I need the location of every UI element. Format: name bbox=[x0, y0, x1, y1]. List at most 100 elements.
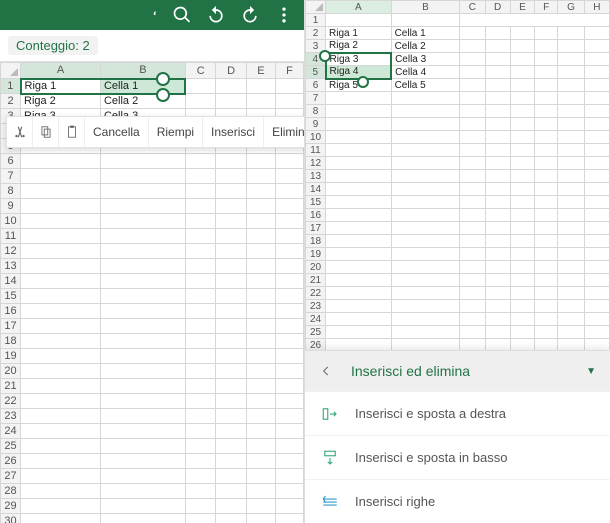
cell[interactable] bbox=[535, 27, 558, 40]
cell[interactable]: Cella 4 bbox=[391, 66, 460, 79]
cell[interactable] bbox=[275, 274, 303, 289]
cell[interactable] bbox=[584, 170, 609, 183]
cell[interactable] bbox=[21, 229, 101, 244]
cell[interactable] bbox=[558, 79, 584, 92]
cell[interactable] bbox=[275, 244, 303, 259]
cell[interactable] bbox=[584, 53, 609, 66]
cell[interactable] bbox=[100, 154, 185, 169]
cell[interactable] bbox=[100, 364, 185, 379]
cell[interactable] bbox=[510, 313, 534, 326]
cell[interactable] bbox=[485, 170, 510, 183]
cell[interactable] bbox=[185, 214, 215, 229]
redo-icon[interactable] bbox=[240, 5, 260, 25]
cell[interactable] bbox=[21, 304, 101, 319]
cell[interactable] bbox=[510, 274, 534, 287]
cell[interactable] bbox=[558, 248, 584, 261]
panel-header[interactable]: Inserisci ed elimina ▼ bbox=[305, 351, 610, 391]
cell[interactable] bbox=[535, 300, 558, 313]
cell[interactable] bbox=[485, 326, 510, 339]
cell[interactable] bbox=[558, 274, 584, 287]
cell[interactable] bbox=[558, 287, 584, 300]
cell[interactable] bbox=[275, 469, 303, 484]
cell[interactable] bbox=[460, 144, 485, 157]
row-header[interactable]: 26 bbox=[1, 454, 21, 469]
cell[interactable] bbox=[246, 334, 275, 349]
row-header[interactable]: 12 bbox=[1, 244, 21, 259]
back-icon[interactable] bbox=[319, 364, 333, 378]
cell[interactable] bbox=[391, 144, 460, 157]
cell[interactable] bbox=[326, 170, 392, 183]
cell[interactable] bbox=[216, 79, 246, 94]
cell[interactable] bbox=[460, 248, 485, 261]
cell[interactable] bbox=[558, 261, 584, 274]
cell[interactable] bbox=[246, 94, 275, 109]
cell[interactable] bbox=[246, 424, 275, 439]
cell[interactable] bbox=[391, 118, 460, 131]
row-header[interactable]: 1 bbox=[306, 14, 326, 27]
cell[interactable] bbox=[485, 118, 510, 131]
row-header[interactable]: 29 bbox=[1, 499, 21, 514]
search-icon[interactable] bbox=[172, 5, 192, 25]
cell[interactable] bbox=[185, 79, 215, 94]
cell[interactable] bbox=[216, 319, 246, 334]
cell[interactable] bbox=[216, 334, 246, 349]
cell[interactable] bbox=[185, 409, 215, 424]
cell[interactable] bbox=[535, 248, 558, 261]
cell[interactable] bbox=[535, 79, 558, 92]
cell[interactable] bbox=[535, 157, 558, 170]
cell[interactable] bbox=[100, 514, 185, 523]
row-header[interactable]: 20 bbox=[306, 261, 326, 274]
col-header-a[interactable]: A bbox=[21, 63, 101, 79]
cell[interactable] bbox=[21, 439, 101, 454]
cell[interactable] bbox=[535, 66, 558, 79]
cell[interactable] bbox=[100, 214, 185, 229]
cell[interactable]: Riga 1 bbox=[21, 79, 101, 94]
undo-icon[interactable] bbox=[206, 5, 226, 25]
cell[interactable] bbox=[558, 105, 584, 118]
cell[interactable] bbox=[185, 364, 215, 379]
cell[interactable] bbox=[326, 14, 392, 27]
cell[interactable] bbox=[185, 184, 215, 199]
cell[interactable] bbox=[100, 169, 185, 184]
row-header[interactable]: 27 bbox=[1, 469, 21, 484]
cell[interactable] bbox=[275, 439, 303, 454]
row-header[interactable]: 21 bbox=[306, 274, 326, 287]
cell[interactable] bbox=[584, 66, 609, 79]
cell[interactable] bbox=[558, 92, 584, 105]
cell[interactable] bbox=[535, 326, 558, 339]
cell[interactable] bbox=[100, 334, 185, 349]
cell[interactable] bbox=[185, 454, 215, 469]
cell[interactable]: Riga 2 bbox=[21, 94, 101, 109]
col-header-d[interactable]: D bbox=[485, 1, 510, 14]
cell[interactable] bbox=[510, 326, 534, 339]
cell[interactable] bbox=[326, 274, 392, 287]
cell[interactable] bbox=[460, 118, 485, 131]
row-header[interactable]: 7 bbox=[1, 169, 21, 184]
cell[interactable] bbox=[510, 196, 534, 209]
delete-button[interactable]: Elimina bbox=[264, 117, 305, 147]
cell[interactable] bbox=[584, 235, 609, 248]
cell[interactable] bbox=[185, 469, 215, 484]
cell[interactable] bbox=[510, 66, 534, 79]
cell[interactable] bbox=[510, 261, 534, 274]
cell[interactable] bbox=[584, 144, 609, 157]
cell[interactable] bbox=[246, 274, 275, 289]
cell[interactable] bbox=[558, 131, 584, 144]
cell[interactable] bbox=[21, 214, 101, 229]
row-header[interactable]: 2 bbox=[306, 27, 326, 40]
cell[interactable] bbox=[584, 92, 609, 105]
cell[interactable] bbox=[185, 154, 215, 169]
cell[interactable] bbox=[100, 379, 185, 394]
cell[interactable]: Riga 1 bbox=[326, 27, 392, 40]
insert-rows[interactable]: Inserisci righe bbox=[305, 479, 610, 523]
cell[interactable] bbox=[185, 274, 215, 289]
cell[interactable] bbox=[216, 229, 246, 244]
row-header[interactable]: 9 bbox=[1, 199, 21, 214]
cell[interactable] bbox=[275, 379, 303, 394]
cell[interactable] bbox=[460, 66, 485, 79]
cell[interactable] bbox=[21, 199, 101, 214]
cell[interactable] bbox=[485, 40, 510, 53]
cell[interactable] bbox=[275, 424, 303, 439]
row-header[interactable]: 28 bbox=[1, 484, 21, 499]
cell[interactable] bbox=[185, 304, 215, 319]
